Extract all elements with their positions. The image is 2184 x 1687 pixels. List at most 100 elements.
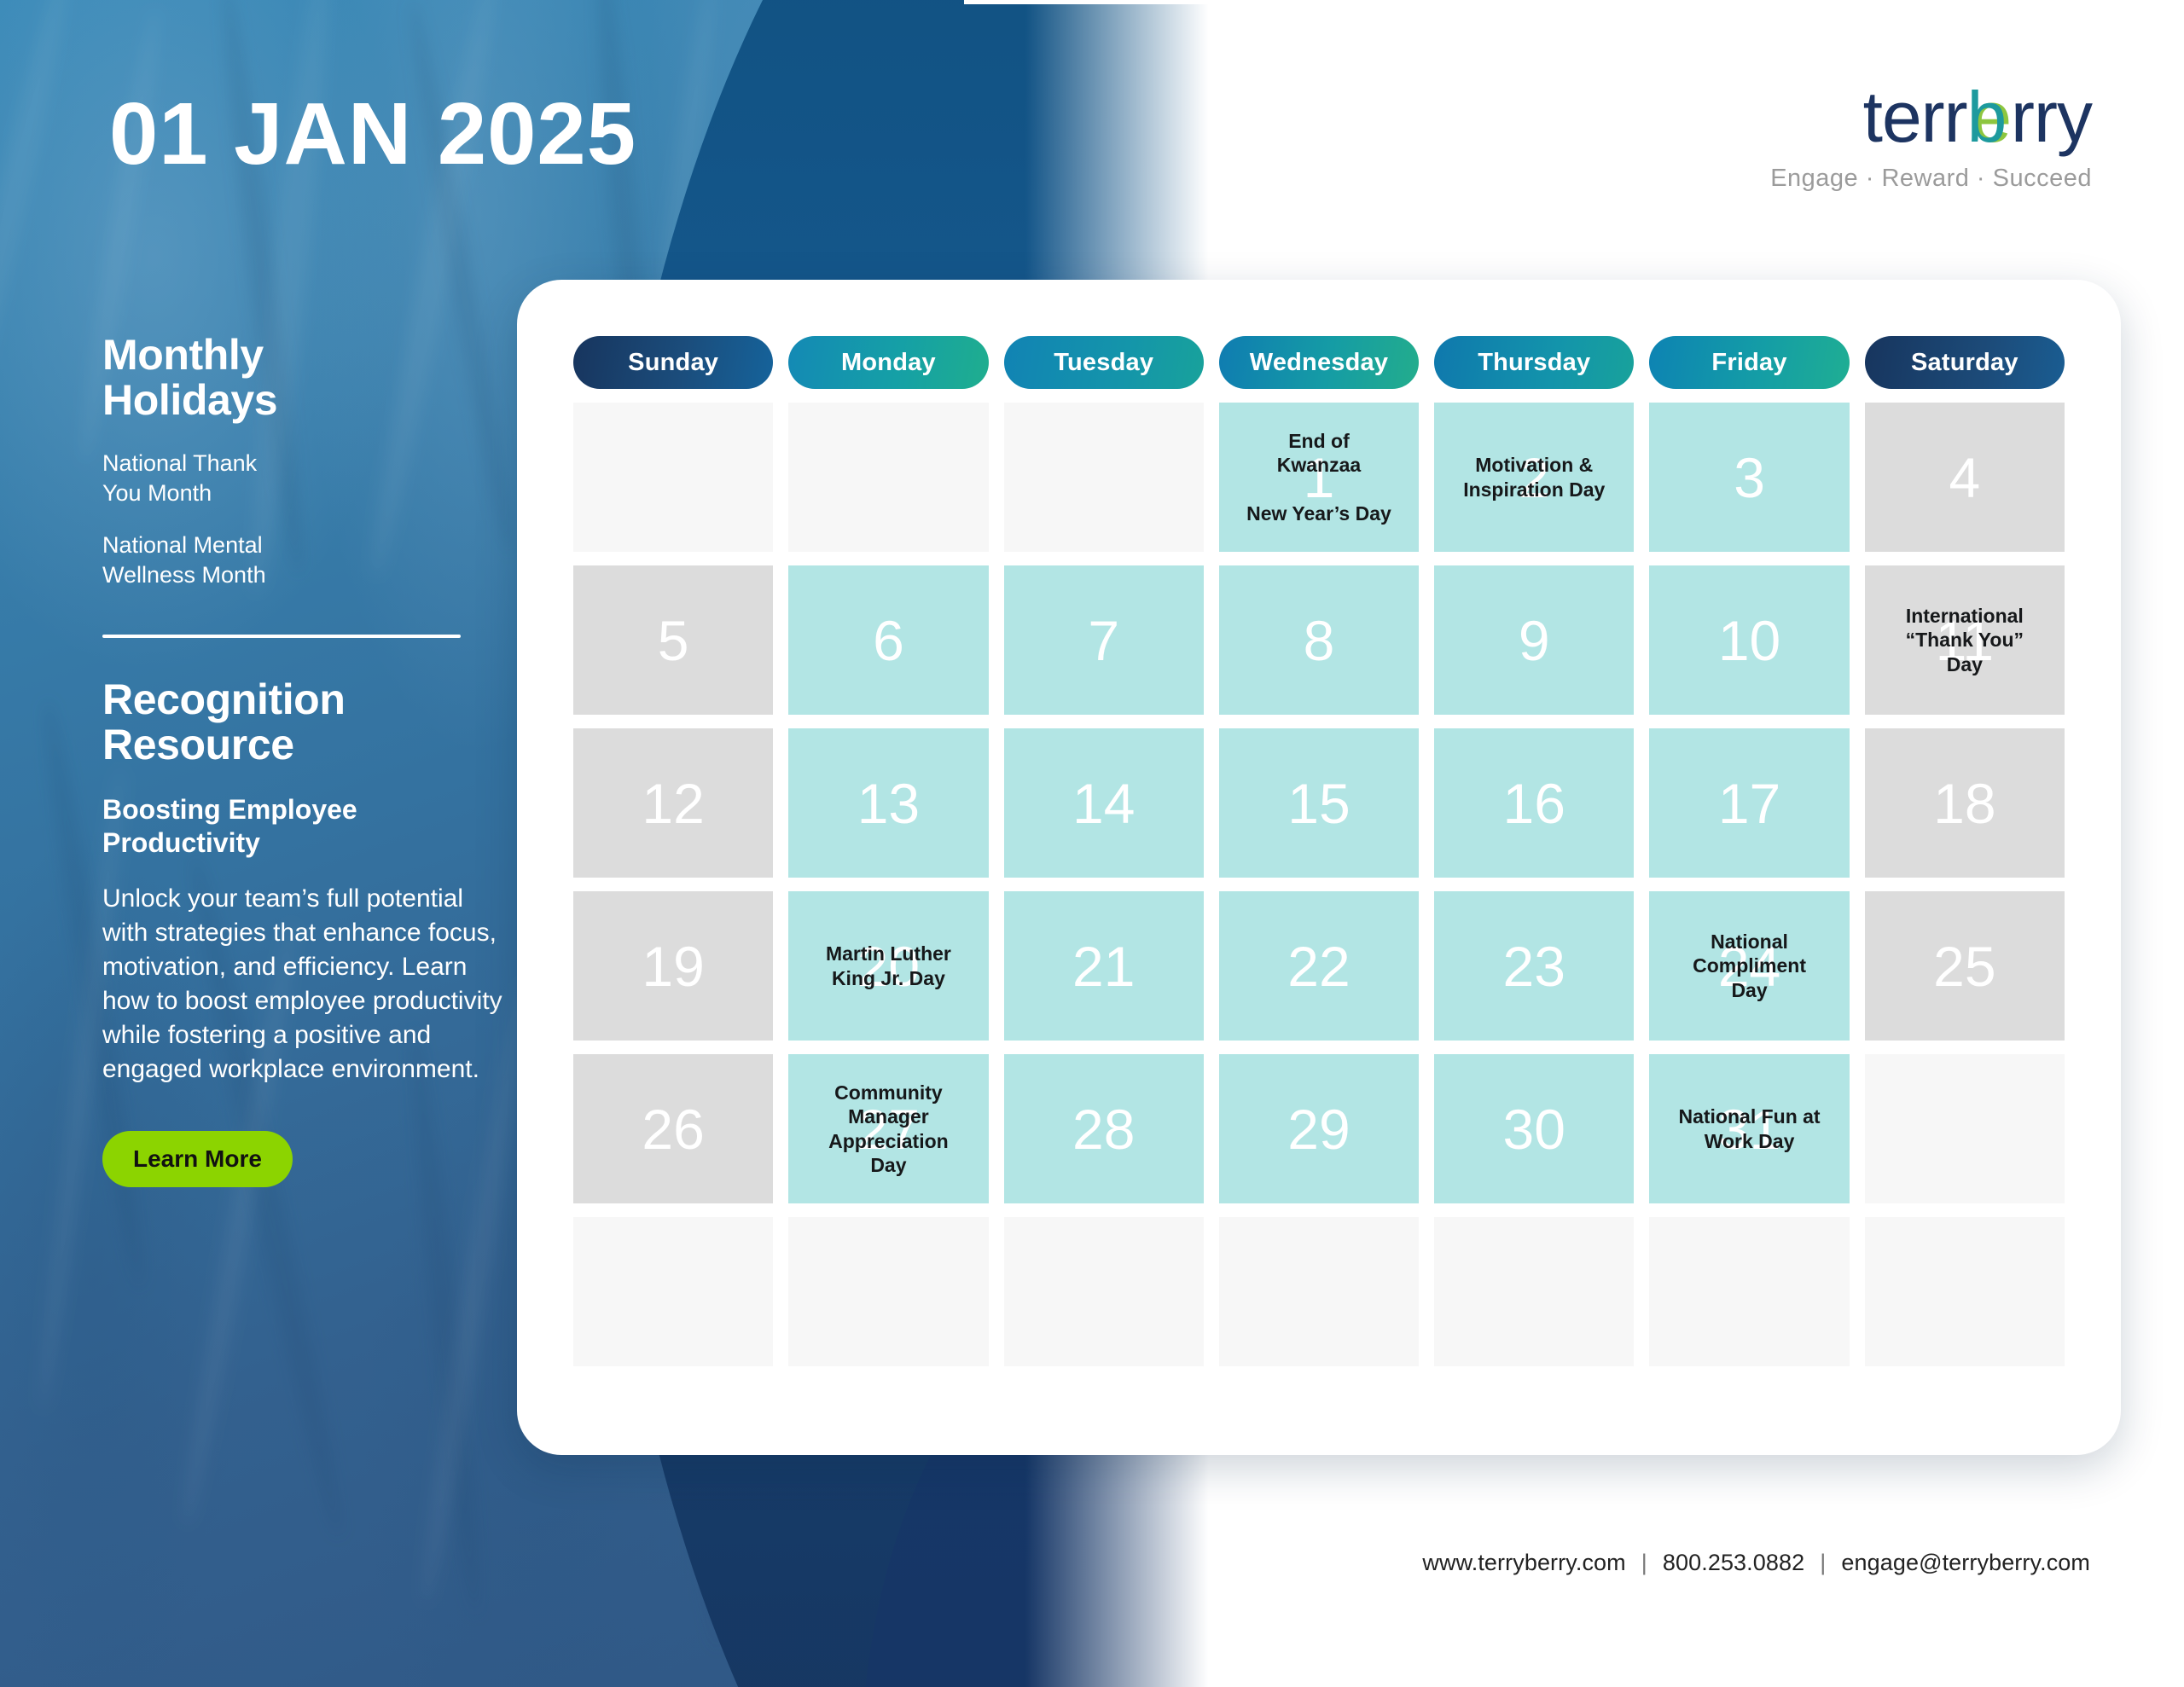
calendar-day-cell-9[interactable]: 9 [1434,565,1635,715]
calendar-empty-cell [1864,1054,2065,1203]
calendar-empty-cell [573,403,774,552]
resource-subheading: Boosting Employee Productivity [102,794,357,859]
holiday-label: National Fun at Work Day [1678,1105,1821,1152]
monthly-holiday-item: National Mental Wellness Month [102,532,266,588]
day-number: 25 [1933,934,1996,998]
calendar-week-row: 26 27 Community Manager Appreciation Day 28… [573,1054,2065,1203]
calendar-day-cell-8[interactable]: 8 [1218,565,1420,715]
footer-contact: www.terryberry.com | 800.253.0882 | engage@t… [1422,1550,2090,1576]
page-title: 01 JAN 2025 [109,84,636,183]
calendar-day-cell-12[interactable]: 12 [573,728,774,878]
day-number: 13 [857,771,921,835]
calendar-empty-cell [788,403,989,552]
calendar-day-cell-22[interactable]: 22 [1218,891,1420,1041]
calendar-day-cell-17[interactable]: 17 [1649,728,1850,878]
day-number: 30 [1502,1097,1565,1161]
calendar-day-cell-18[interactable]: 18 [1864,728,2065,878]
calendar-day-cell-13[interactable]: 13 [788,728,989,878]
calendar-day-header-row: Sunday Monday Tuesday Wednesday Thursday Frid… [573,336,2065,389]
calendar-day-cell-5[interactable]: 5 [573,565,774,715]
calendar-day-cell-28[interactable]: 28 [1003,1054,1204,1203]
logo-tagline: Engage · Reward · Succeed [1770,165,2092,192]
learn-more-button[interactable]: Learn More [102,1130,293,1187]
calendar-day-cell-4[interactable]: 4 [1864,403,2065,552]
calendar-day-cell-24[interactable]: 24 National Compliment Day [1649,891,1850,1041]
day-number: 6 [873,608,904,672]
calendar-day-header-sunday: Sunday [573,336,774,389]
resource-description: Unlock your team’s full potential with s… [102,884,502,1083]
calendar-day-cell-1[interactable]: 1 End of Kwanzaa New Year’s Day [1218,403,1420,552]
day-number: 26 [642,1097,705,1161]
calendar-day-cell-25[interactable]: 25 [1864,891,2065,1041]
calendar-week-row: 19 20 Martin Luther King Jr. Day 21 22 23 24 Na… [573,891,2065,1041]
day-number: 22 [1287,934,1350,998]
calendar-day-header-saturday: Saturday [1864,336,2065,389]
calendar-week-row: 1 End of Kwanzaa New Year’s Day 2 Motivatio… [573,403,2065,552]
terryberry-logo[interactable]: terrberry Engage · Reward · Succeed [1725,77,2093,192]
calendar-week-row [573,1217,2065,1366]
day-number: 15 [1287,771,1350,835]
day-number: 17 [1717,771,1781,835]
holiday-label: Martin Luther King Jr. Day [825,942,951,989]
calendar-day-cell-31[interactable]: 31 National Fun at Work Day [1649,1054,1850,1203]
footer-website[interactable]: www.terryberry.com [1422,1550,1625,1575]
calendar-day-header-wednesday: Wednesday [1218,336,1420,389]
calendar-empty-cell [1864,1217,2065,1366]
day-number: 23 [1502,934,1565,998]
day-number: 29 [1287,1097,1350,1161]
calendar-day-cell-3[interactable]: 3 [1649,403,1850,552]
holiday-label: Community Manager Appreciation Day [828,1081,949,1176]
top-white-band [964,0,2184,4]
day-number: 4 [1949,445,1981,509]
holiday-label: International “Thank You” Day [1905,605,2024,675]
day-number: 19 [642,934,705,998]
calendar-day-cell-7[interactable]: 7 [1003,565,1204,715]
footer-phone[interactable]: 800.253.0882 [1663,1550,1804,1575]
calendar-day-header-monday: Monday [788,336,989,389]
calendar-day-cell-15[interactable]: 15 [1218,728,1420,878]
calendar-day-cell-11[interactable]: 11 International “Thank You” Day [1864,565,2065,715]
calendar-day-cell-26[interactable]: 26 [573,1054,774,1203]
day-number: 16 [1502,771,1565,835]
calendar-empty-cell [573,1217,774,1366]
day-number: 7 [1088,608,1120,672]
calendar-day-cell-2[interactable]: 2 Motivation & Inspiration Day [1434,403,1635,552]
day-number: 14 [1072,771,1136,835]
calendar-day-cell-16[interactable]: 16 [1434,728,1635,878]
day-number: 18 [1933,771,1996,835]
logo-letter-b-icon: b [1966,77,2007,157]
logo-text-part1: terr [1862,77,1968,157]
logo-text-part3: rry [2011,77,2093,157]
calendar-empty-cell [1434,1217,1635,1366]
day-number: 3 [1734,445,1765,509]
day-number: 10 [1717,608,1781,672]
recognition-resource-heading: Recognition Resource [102,675,346,769]
day-number: 28 [1072,1097,1136,1161]
calendar-day-cell-14[interactable]: 14 [1003,728,1204,878]
calendar-day-cell-6[interactable]: 6 [788,565,989,715]
calendar-day-cell-21[interactable]: 21 [1003,891,1204,1041]
calendar-empty-cell [788,1217,989,1366]
calendar-day-cell-20[interactable]: 20 Martin Luther King Jr. Day [788,891,989,1041]
calendar-day-cell-19[interactable]: 19 [573,891,774,1041]
calendar-day-cell-30[interactable]: 30 [1434,1054,1635,1203]
calendar-day-header-friday: Friday [1649,336,1850,389]
day-number: 5 [657,608,689,672]
sidebar: Monthly Holidays National Thank You Mont… [102,333,503,1187]
calendar-card: Sunday Monday Tuesday Wednesday Thursday Frid… [517,280,2121,1455]
calendar-empty-cell [1218,1217,1420,1366]
calendar-day-cell-10[interactable]: 10 [1649,565,1850,715]
calendar-empty-cell [1649,1217,1850,1366]
footer-email[interactable]: engage@terryberry.com [1841,1550,2090,1575]
calendar-day-header-thursday: Thursday [1434,336,1635,389]
calendar-day-cell-27[interactable]: 27 Community Manager Appreciation Day [788,1054,989,1203]
holiday-label: End of Kwanzaa New Year’s Day [1246,430,1391,525]
day-number: 21 [1072,934,1136,998]
calendar-empty-cell [1003,1217,1204,1366]
sidebar-divider [102,635,461,639]
calendar-day-cell-29[interactable]: 29 [1218,1054,1420,1203]
logo-wordmark: terrberry [1725,77,2093,157]
calendar-day-cell-23[interactable]: 23 [1434,891,1635,1041]
day-number: 12 [642,771,705,835]
monthly-holidays-heading: Monthly Holidays [102,331,278,424]
